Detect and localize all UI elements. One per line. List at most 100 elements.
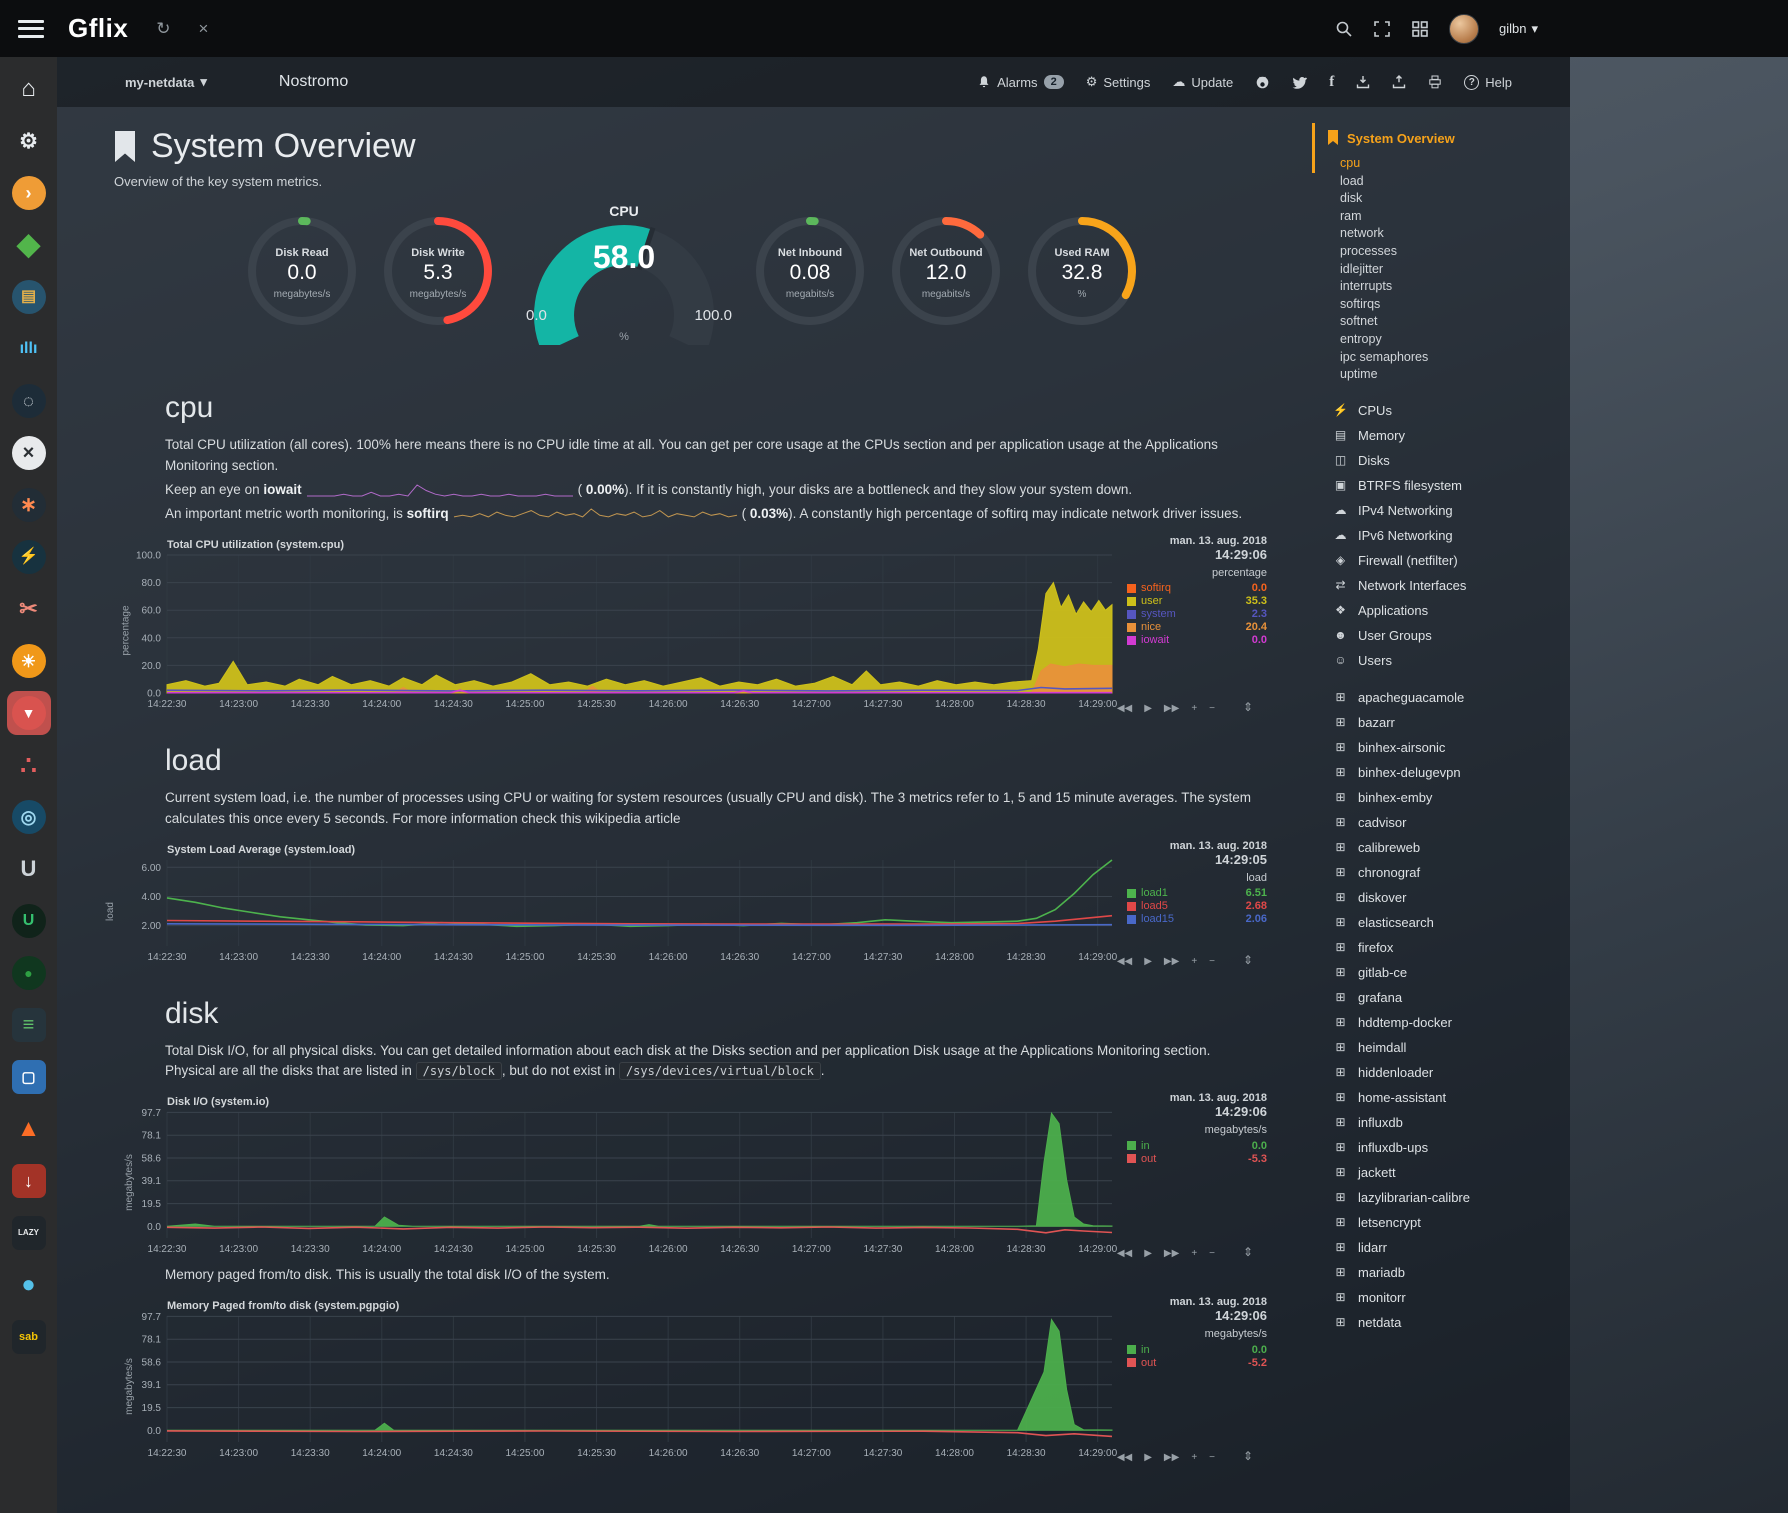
toc-section-network-interfaces[interactable]: ⇄Network Interfaces xyxy=(1333,573,1560,598)
toc-section-btrfs-filesystem[interactable]: ▣BTRFS filesystem xyxy=(1333,473,1560,498)
twitter-button[interactable] xyxy=(1292,76,1307,89)
legend-item-load5[interactable]: load52.68 xyxy=(1127,900,1267,913)
toc-section-users[interactable]: ☺Users xyxy=(1333,648,1560,673)
play-icon[interactable]: ▶ xyxy=(1144,956,1152,967)
net-outbound-gauge[interactable]: Net Outbound12.0megabits/s xyxy=(878,203,1014,353)
toc-section-ipv4-networking[interactable]: ☁IPv4 Networking xyxy=(1333,498,1560,523)
facebook-button[interactable]: f xyxy=(1329,74,1334,91)
toc-app-gitlab-ce[interactable]: ⊞gitlab-ce xyxy=(1333,960,1560,985)
toc-sub-softnet[interactable]: softnet xyxy=(1340,313,1560,331)
toc-sub-network[interactable]: network xyxy=(1340,225,1560,243)
flame-app-icon[interactable]: ▲ xyxy=(7,1107,51,1151)
toc-sub-entropy[interactable]: entropy xyxy=(1340,331,1560,349)
import-snapshot-button[interactable] xyxy=(1392,75,1406,89)
scissors-app-icon[interactable]: ✂ xyxy=(7,587,51,631)
print-button[interactable] xyxy=(1428,75,1442,89)
toc-section-memory[interactable]: ▤Memory xyxy=(1333,423,1560,448)
legend-item-load1[interactable]: load16.51 xyxy=(1127,887,1267,900)
toc-app-hiddenloader[interactable]: ⊞hiddenloader xyxy=(1333,1060,1560,1085)
net-inbound-gauge[interactable]: Net Inbound0.08megabits/s xyxy=(742,203,878,353)
toc-app-binhex-delugevpn[interactable]: ⊞binhex-delugevpn xyxy=(1333,760,1560,785)
legend-item-softirq[interactable]: softirq0.0 xyxy=(1127,582,1267,595)
toc-app-diskover[interactable]: ⊞diskover xyxy=(1333,885,1560,910)
magnifier-app-icon[interactable]: ◌ xyxy=(7,379,51,423)
resize-handle-icon[interactable]: ⇕ xyxy=(1243,700,1253,714)
orange-disc-app-icon[interactable]: › xyxy=(7,171,51,215)
cpu-plot-canvas[interactable]: 0.020.040.060.080.0100.014:22:3014:23:00… xyxy=(119,551,1119,711)
toc-sub-idlejitter[interactable]: idlejitter xyxy=(1340,261,1560,279)
zoom-in-icon[interactable]: + xyxy=(1191,1452,1197,1463)
toc-sub-disk[interactable]: disk xyxy=(1340,190,1560,208)
toc-app-calibreweb[interactable]: ⊞calibreweb xyxy=(1333,835,1560,860)
equalizer-app-icon[interactable]: ıllı xyxy=(7,327,51,371)
search-icon[interactable] xyxy=(1335,20,1353,38)
toc-app-jackett[interactable]: ⊞jackett xyxy=(1333,1160,1560,1185)
apps-grid-icon[interactable] xyxy=(1411,20,1429,38)
toc-section-applications[interactable]: ❖Applications xyxy=(1333,598,1560,623)
toc-app-home-assistant[interactable]: ⊞home-assistant xyxy=(1333,1085,1560,1110)
legend-item-user[interactable]: user35.3 xyxy=(1127,595,1267,608)
zoom-out-icon[interactable]: − xyxy=(1209,1248,1215,1259)
pan-left-icon[interactable]: ◀◀ xyxy=(1117,1452,1132,1463)
resize-handle-icon[interactable]: ⇕ xyxy=(1243,953,1253,967)
pan-left-icon[interactable]: ◀◀ xyxy=(1117,956,1132,967)
toc-sub-processes[interactable]: processes xyxy=(1340,243,1560,261)
github-button[interactable] xyxy=(1255,75,1270,90)
toc-app-lazylibrarian-calibre[interactable]: ⊞lazylibrarian-calibre xyxy=(1333,1185,1560,1210)
toc-app-elasticsearch[interactable]: ⊞elasticsearch xyxy=(1333,910,1560,935)
cpu-gauge[interactable]: CPU58.00.0100.0% xyxy=(506,203,742,363)
toc-app-bazarr[interactable]: ⊞bazarr xyxy=(1333,710,1560,735)
legend-item-load15[interactable]: load152.06 xyxy=(1127,913,1267,926)
user-avatar[interactable] xyxy=(1449,14,1479,44)
green-u-app-icon[interactable]: U xyxy=(7,899,51,943)
x-badge-app-icon[interactable]: × xyxy=(7,431,51,475)
toc-app-binhex-emby[interactable]: ⊞binhex-emby xyxy=(1333,785,1560,810)
fullscreen-icon[interactable] xyxy=(1373,20,1391,38)
diskio-plot-canvas[interactable]: 0.019.539.158.678.197.714:22:3014:23:001… xyxy=(119,1108,1119,1256)
toc-app-heimdall[interactable]: ⊞heimdall xyxy=(1333,1035,1560,1060)
legend-item-in[interactable]: in0.0 xyxy=(1127,1343,1267,1356)
toc-app-lidarr[interactable]: ⊞lidarr xyxy=(1333,1235,1560,1260)
disk-write-gauge[interactable]: Disk Write5.3megabytes/s xyxy=(370,203,506,353)
blue-disc-app-icon[interactable]: ◎ xyxy=(7,795,51,839)
toc-app-monitorr[interactable]: ⊞monitorr xyxy=(1333,1285,1560,1310)
resize-handle-icon[interactable]: ⇕ xyxy=(1243,1245,1253,1259)
red-shield-app-icon[interactable]: ▼ xyxy=(7,691,51,735)
sun-gear-app-icon[interactable]: ☀ xyxy=(7,639,51,683)
pan-left-icon[interactable]: ◀◀ xyxy=(1117,1248,1132,1259)
toc-sub-interrupts[interactable]: interrupts xyxy=(1340,278,1560,296)
toc-section-user-groups[interactable]: ☻User Groups xyxy=(1333,623,1560,648)
play-icon[interactable]: ▶ xyxy=(1144,703,1152,714)
paw-dots-app-icon[interactable]: ∴ xyxy=(7,743,51,787)
toc-app-netdata[interactable]: ⊞netdata xyxy=(1333,1310,1560,1335)
pan-right-icon[interactable]: ▶▶ xyxy=(1164,1248,1179,1259)
pan-right-icon[interactable]: ▶▶ xyxy=(1164,703,1179,714)
play-icon[interactable]: ▶ xyxy=(1144,1452,1152,1463)
pan-left-icon[interactable]: ◀◀ xyxy=(1117,703,1132,714)
toc-sub-uptime[interactable]: uptime xyxy=(1340,366,1560,384)
legend-item-in[interactable]: in0.0 xyxy=(1127,1139,1267,1152)
toc-section-disks[interactable]: ◫Disks xyxy=(1333,448,1560,473)
star-badge-app-icon[interactable]: ∗ xyxy=(7,483,51,527)
zoom-in-icon[interactable]: + xyxy=(1191,703,1197,714)
pgpgio-plot-canvas[interactable]: 0.019.539.158.678.197.714:22:3014:23:001… xyxy=(119,1312,1119,1460)
sab-text-app-icon[interactable]: sab xyxy=(7,1315,51,1359)
toc-section-cpus[interactable]: ⚡CPUs xyxy=(1333,398,1560,423)
stripes-app-icon[interactable]: ≡ xyxy=(7,1003,51,1047)
toc-sub-cpu[interactable]: cpu xyxy=(1340,155,1560,173)
toc-app-hddtemp-docker[interactable]: ⊞hddtemp-docker xyxy=(1333,1010,1560,1035)
u-letter-app-icon[interactable]: U xyxy=(7,847,51,891)
toc-app-binhex-airsonic[interactable]: ⊞binhex-airsonic xyxy=(1333,735,1560,760)
gear-icon[interactable]: ⚙ xyxy=(7,119,51,163)
zoom-in-icon[interactable]: + xyxy=(1191,956,1197,967)
load-plot-canvas[interactable]: 2.004.006.0014:22:3014:23:0014:23:3014:2… xyxy=(119,856,1119,964)
legend-item-iowait[interactable]: iowait0.0 xyxy=(1127,634,1267,647)
pan-right-icon[interactable]: ▶▶ xyxy=(1164,1452,1179,1463)
refresh-icon[interactable]: ↻ xyxy=(156,19,170,39)
close-tab-icon[interactable]: × xyxy=(199,19,209,39)
server-dropdown[interactable]: my-netdata ▾ xyxy=(125,74,207,90)
zoom-out-icon[interactable]: − xyxy=(1209,1452,1215,1463)
toc-app-apacheguacamole[interactable]: ⊞apacheguacamole xyxy=(1333,685,1560,710)
lightning-app-icon[interactable]: ⚡ xyxy=(7,535,51,579)
toc-section-ipv6-networking[interactable]: ☁IPv6 Networking xyxy=(1333,523,1560,548)
